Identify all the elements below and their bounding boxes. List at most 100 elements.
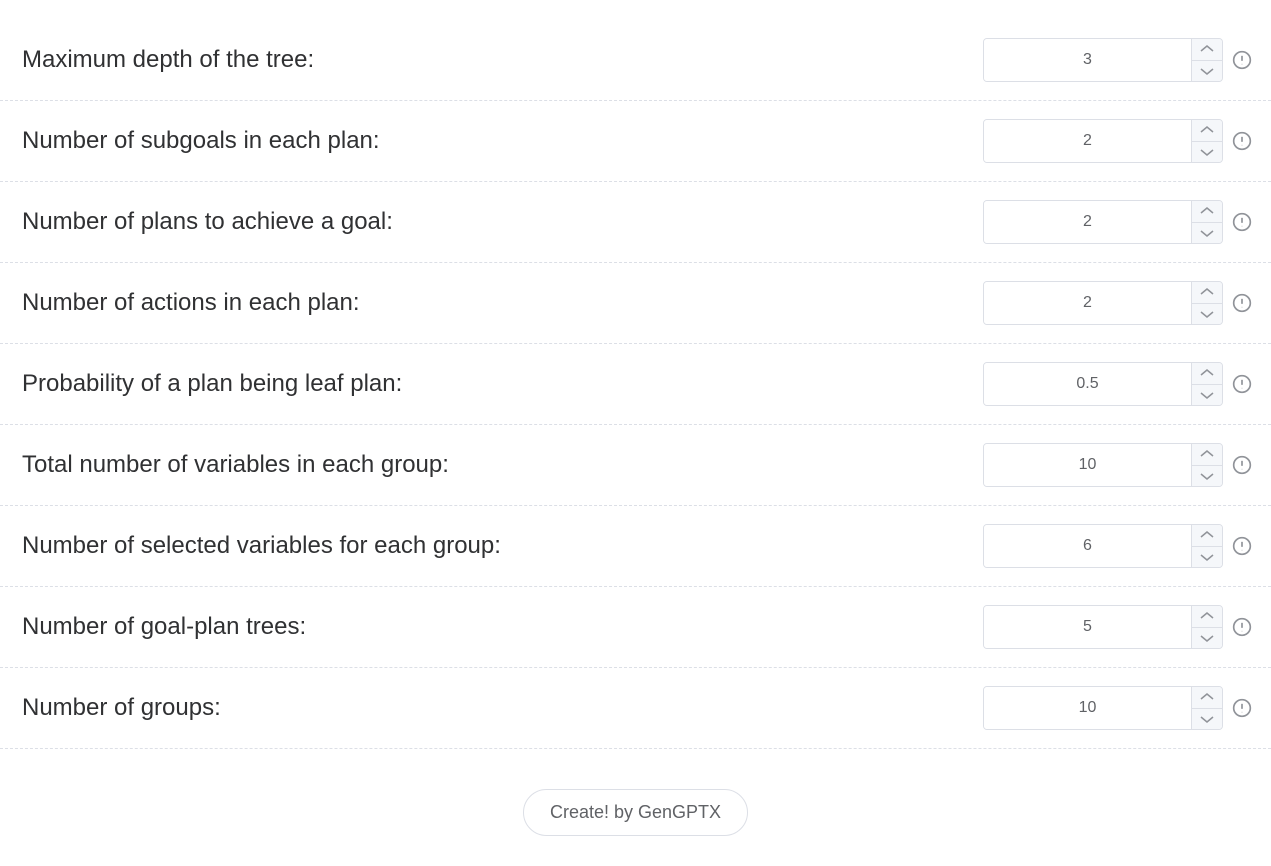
field-row-max-depth: Maximum depth of the tree: [0, 20, 1271, 101]
chevron-up-icon [1200, 364, 1214, 382]
number-input-field[interactable] [984, 282, 1191, 324]
decrease-button[interactable] [1192, 142, 1222, 163]
number-input [983, 38, 1223, 82]
info-icon[interactable] [1231, 49, 1253, 71]
info-icon[interactable] [1231, 616, 1253, 638]
field-label: Number of plans to achieve a goal: [22, 208, 983, 236]
info-icon[interactable] [1231, 535, 1253, 557]
create-button[interactable]: Create! by GenGPTX [523, 789, 748, 836]
parameter-form: Maximum depth of the tree: Number of sub… [0, 20, 1271, 846]
field-row-num-plans: Number of plans to achieve a goal: [0, 182, 1271, 263]
spinner [1191, 201, 1222, 243]
field-input-wrap [983, 119, 1253, 163]
number-input-field[interactable] [984, 687, 1191, 729]
chevron-down-icon [1200, 629, 1214, 647]
field-input-wrap [983, 200, 1253, 244]
number-input-field[interactable] [984, 39, 1191, 81]
decrease-button[interactable] [1192, 628, 1222, 649]
chevron-up-icon [1200, 526, 1214, 544]
field-label: Number of groups: [22, 694, 983, 722]
number-input-field[interactable] [984, 606, 1191, 648]
number-input [983, 443, 1223, 487]
chevron-down-icon [1200, 62, 1214, 80]
number-input [983, 524, 1223, 568]
spinner [1191, 120, 1222, 162]
spinner [1191, 39, 1222, 81]
chevron-down-icon [1200, 467, 1214, 485]
chevron-up-icon [1200, 445, 1214, 463]
field-label: Total number of variables in each group: [22, 451, 983, 479]
field-row-selected-vars: Number of selected variables for each gr… [0, 506, 1271, 587]
info-icon[interactable] [1231, 373, 1253, 395]
number-input [983, 281, 1223, 325]
info-icon[interactable] [1231, 211, 1253, 233]
decrease-button[interactable] [1192, 304, 1222, 325]
decrease-button[interactable] [1192, 709, 1222, 730]
field-input-wrap [983, 281, 1253, 325]
chevron-down-icon [1200, 143, 1214, 161]
number-input-field[interactable] [984, 120, 1191, 162]
increase-button[interactable] [1192, 444, 1222, 466]
number-input-field[interactable] [984, 525, 1191, 567]
decrease-button[interactable] [1192, 61, 1222, 82]
chevron-down-icon [1200, 305, 1214, 323]
field-row-num-subgoals: Number of subgoals in each plan: [0, 101, 1271, 182]
chevron-down-icon [1200, 224, 1214, 242]
field-input-wrap [983, 38, 1253, 82]
info-icon[interactable] [1231, 454, 1253, 476]
chevron-down-icon [1200, 548, 1214, 566]
increase-button[interactable] [1192, 201, 1222, 223]
decrease-button[interactable] [1192, 466, 1222, 487]
field-row-prob-leaf: Probability of a plan being leaf plan: [0, 344, 1271, 425]
spinner [1191, 444, 1222, 486]
chevron-up-icon [1200, 121, 1214, 139]
field-input-wrap [983, 362, 1253, 406]
info-icon[interactable] [1231, 697, 1253, 719]
field-label: Maximum depth of the tree: [22, 46, 983, 74]
field-row-num-actions: Number of actions in each plan: [0, 263, 1271, 344]
chevron-down-icon [1200, 386, 1214, 404]
field-input-wrap [983, 605, 1253, 649]
spinner [1191, 363, 1222, 405]
spinner [1191, 687, 1222, 729]
field-input-wrap [983, 524, 1253, 568]
increase-button[interactable] [1192, 120, 1222, 142]
increase-button[interactable] [1192, 525, 1222, 547]
number-input-field[interactable] [984, 444, 1191, 486]
number-input [983, 200, 1223, 244]
spinner [1191, 525, 1222, 567]
chevron-up-icon [1200, 40, 1214, 58]
increase-button[interactable] [1192, 282, 1222, 304]
number-input [983, 362, 1223, 406]
decrease-button[interactable] [1192, 385, 1222, 406]
increase-button[interactable] [1192, 39, 1222, 61]
chevron-up-icon [1200, 688, 1214, 706]
chevron-up-icon [1200, 202, 1214, 220]
form-footer: Create! by GenGPTX [0, 749, 1271, 846]
field-row-num-groups: Number of groups: [0, 668, 1271, 749]
increase-button[interactable] [1192, 687, 1222, 709]
increase-button[interactable] [1192, 363, 1222, 385]
field-row-total-vars: Total number of variables in each group: [0, 425, 1271, 506]
info-icon[interactable] [1231, 130, 1253, 152]
number-input [983, 686, 1223, 730]
number-input-field[interactable] [984, 363, 1191, 405]
increase-button[interactable] [1192, 606, 1222, 628]
field-label: Number of subgoals in each plan: [22, 127, 983, 155]
field-label: Probability of a plan being leaf plan: [22, 370, 983, 398]
field-row-num-trees: Number of goal-plan trees: [0, 587, 1271, 668]
field-input-wrap [983, 443, 1253, 487]
field-label: Number of selected variables for each gr… [22, 532, 983, 560]
field-label: Number of actions in each plan: [22, 289, 983, 317]
number-input-field[interactable] [984, 201, 1191, 243]
chevron-up-icon [1200, 283, 1214, 301]
chevron-up-icon [1200, 607, 1214, 625]
number-input [983, 119, 1223, 163]
decrease-button[interactable] [1192, 223, 1222, 244]
info-icon[interactable] [1231, 292, 1253, 314]
decrease-button[interactable] [1192, 547, 1222, 568]
field-input-wrap [983, 686, 1253, 730]
spinner [1191, 282, 1222, 324]
chevron-down-icon [1200, 710, 1214, 728]
number-input [983, 605, 1223, 649]
